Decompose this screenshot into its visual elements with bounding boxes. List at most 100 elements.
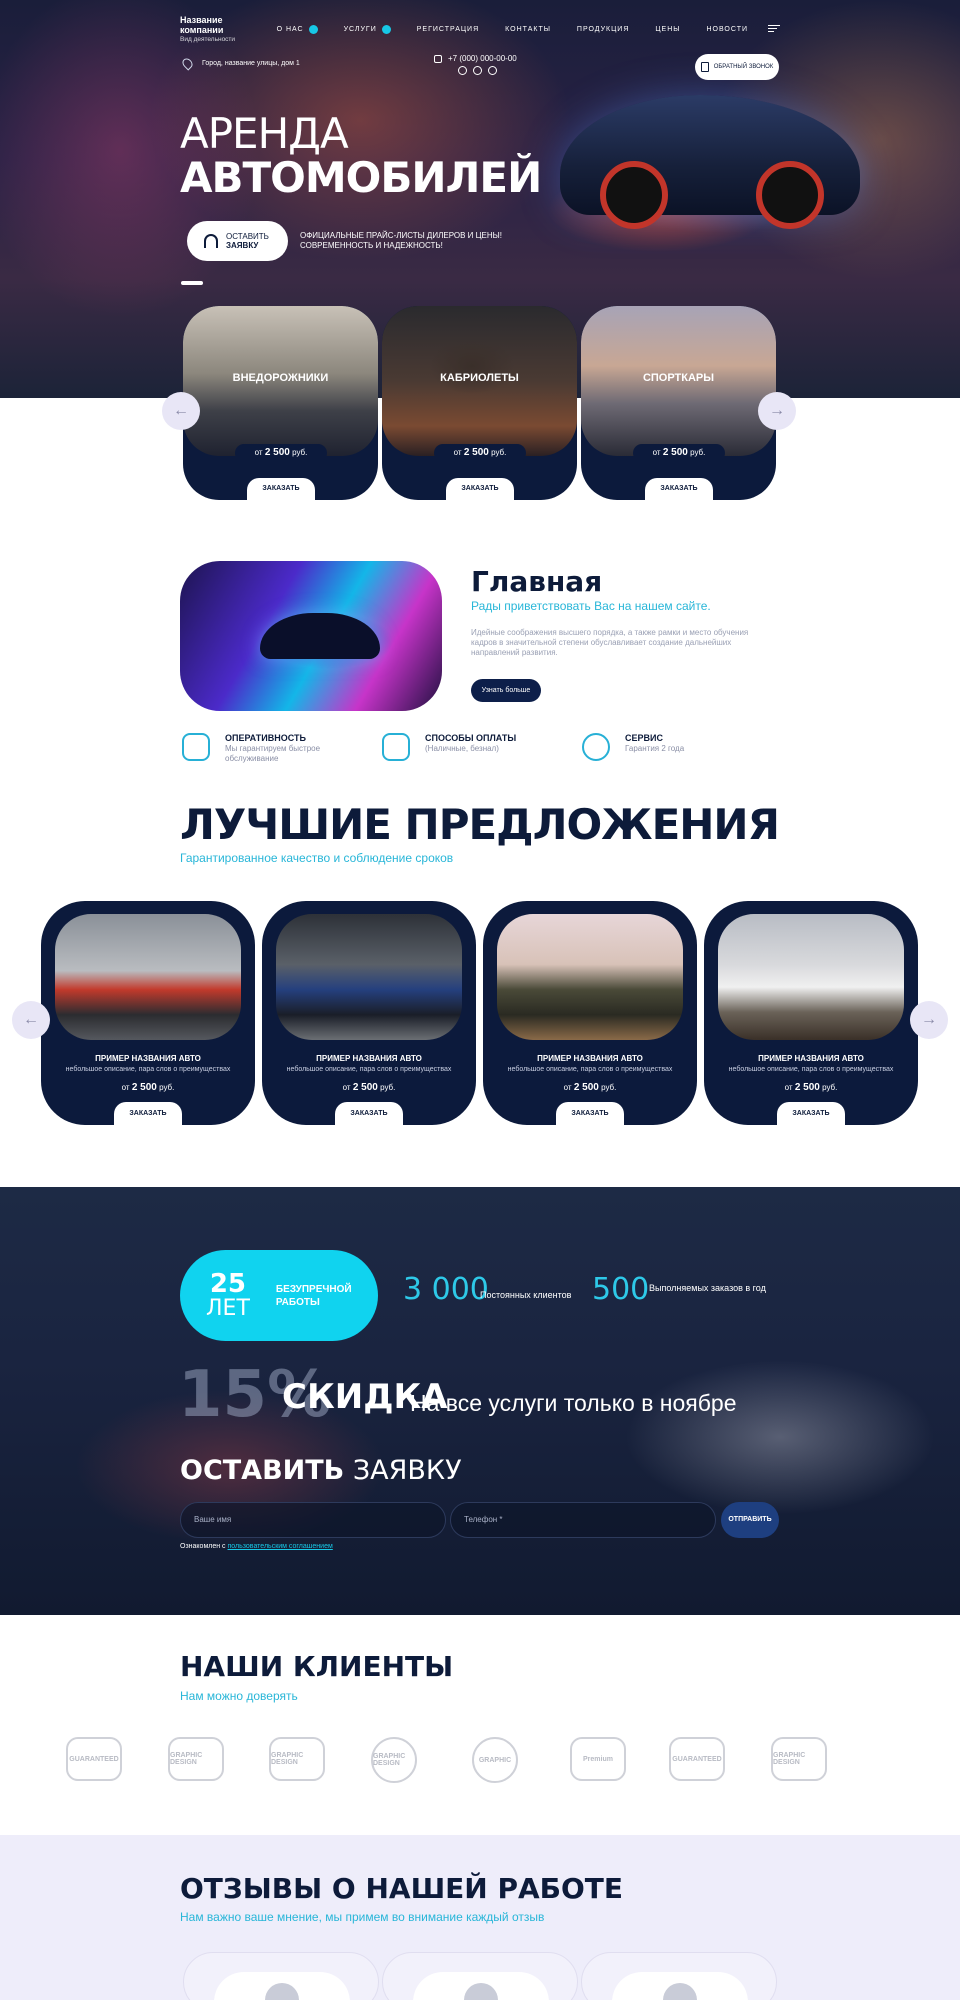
arrow-left-icon[interactable]: ←: [162, 392, 200, 430]
offer-photo: [276, 914, 462, 1040]
order-button[interactable]: ЗАКАЗАТЬ: [247, 478, 315, 500]
menu-item-products[interactable]: ПРОДУКЦИЯ: [577, 25, 629, 34]
whatsapp-icon[interactable]: [473, 66, 482, 75]
offer-price: от 2 500 руб.: [483, 1082, 697, 1093]
orders-count: 500: [592, 1272, 650, 1307]
feature-title: СЕРВИС: [625, 733, 663, 743]
order-button[interactable]: ЗАКАЗАТЬ: [556, 1102, 624, 1125]
price-currency: руб.: [380, 1083, 396, 1092]
review-card[interactable]: [183, 1952, 379, 2000]
price-currency: руб.: [292, 448, 308, 457]
order-button[interactable]: ЗАКАЗАТЬ: [645, 478, 713, 500]
clients-subtitle: Нам можно доверять: [180, 1689, 298, 1703]
price-currency: руб.: [822, 1083, 838, 1092]
years-block: 25 ЛЕТ: [206, 1271, 250, 1321]
price-prefix: от: [342, 1083, 351, 1092]
offer-card[interactable]: ПРИМЕР НАЗВАНИЯ АВТО небольшое описание,…: [483, 901, 697, 1125]
client-logo: Premium: [570, 1737, 626, 1781]
headset-icon: [204, 234, 218, 248]
hero-title: АРЕНДА АВТОМОБИЛЕЙ: [180, 109, 542, 200]
address-text: Город, название улицы, дом 1: [202, 60, 300, 67]
offer-card[interactable]: ПРИМЕР НАЗВАНИЯ АВТО небольшое описание,…: [262, 901, 476, 1125]
name-input[interactable]: Ваше имя: [180, 1502, 446, 1538]
price-prefix: от: [121, 1083, 130, 1092]
orders-label: Выполняемых заказов в год: [649, 1283, 766, 1293]
address: Город, название улицы, дом 1: [180, 56, 300, 71]
telegram-icon[interactable]: [458, 66, 467, 75]
menu-item-about[interactable]: О НАС: [276, 24, 318, 34]
client-logo: GUARANTEED: [669, 1737, 725, 1781]
category-card[interactable]: КАБРИОЛЕТЫ от 2 500 руб. ЗАКАЗАТЬ: [382, 306, 577, 500]
hero-car-image: [560, 95, 860, 229]
price-value: 2 500: [264, 447, 290, 458]
price-currency: руб.: [159, 1083, 175, 1092]
review-card[interactable]: [581, 1952, 777, 2000]
agreement-note: Ознакомлен с пользовательским соглашение…: [180, 1543, 333, 1550]
offer-price: от 2 500 руб.: [704, 1082, 918, 1093]
offer-card[interactable]: ПРИМЕР НАЗВАНИЯ АВТО небольшое описание,…: [41, 901, 255, 1125]
learn-more-button[interactable]: Узнать больше: [471, 679, 541, 702]
dropdown-indicator-icon: [381, 24, 391, 34]
arrow-left-icon[interactable]: ←: [12, 1001, 50, 1039]
years-number: 25: [209, 1268, 247, 1299]
price-value: 2 500: [794, 1082, 820, 1093]
category-label: ВНЕДОРОЖНИКИ: [232, 372, 329, 384]
phone-block: +7 (000) 000-00-00: [434, 54, 517, 75]
submit-button[interactable]: ОТПРАВИТЬ: [721, 1502, 779, 1538]
client-logo: GRAPHIC DESIGN: [371, 1737, 417, 1783]
category-price: от 2 500 руб.: [235, 444, 327, 462]
category-card[interactable]: СПОРТКАРЫ от 2 500 руб. ЗАКАЗАТЬ: [581, 306, 776, 500]
phone-input[interactable]: Телефон *: [450, 1502, 716, 1538]
review-card[interactable]: [382, 1952, 578, 2000]
document-icon: [700, 62, 709, 72]
price-prefix: от: [563, 1083, 572, 1092]
category-label: КАБРИОЛЕТЫ: [440, 372, 519, 384]
hamburger-icon[interactable]: [768, 24, 780, 33]
order-button[interactable]: ЗАКАЗАТЬ: [446, 478, 514, 500]
agreement-link[interactable]: пользовательским соглашением: [228, 1543, 333, 1550]
phone-icon: [434, 54, 442, 63]
brand[interactable]: Название компании Вид деятельности: [180, 15, 241, 44]
viber-icon[interactable]: [488, 66, 497, 75]
request-button[interactable]: ОСТАВИТЬ ЗАЯВКУ: [187, 221, 288, 261]
price-value: 2 500: [662, 447, 688, 458]
price-prefix: от: [254, 448, 263, 457]
category-card[interactable]: ВНЕДОРОЖНИКИ от 2 500 руб. ЗАКАЗАТЬ: [183, 306, 378, 500]
offer-card[interactable]: ПРИМЕР НАЗВАНИЯ АВТО небольшое описание,…: [704, 901, 918, 1125]
reviews-title: ОТЗЫВЫ О НАШЕЙ РАБОТЕ: [180, 1872, 624, 1905]
callback-button[interactable]: ОБРАТНЫЙ ЗВОНОК: [695, 54, 779, 80]
offer-name: ПРИМЕР НАЗВАНИЯ АВТО: [316, 1054, 422, 1063]
arrow-right-icon[interactable]: →: [910, 1001, 948, 1039]
menu-label: О НАС: [276, 25, 304, 33]
price-value: 2 500: [352, 1082, 378, 1093]
request-label-line1: ОСТАВИТЬ: [226, 232, 269, 241]
price-value: 2 500: [463, 447, 489, 458]
menu-label: КОНТАКТЫ: [505, 25, 551, 33]
menu-item-prices[interactable]: ЦЕНЫ: [655, 25, 680, 34]
phone-number[interactable]: +7 (000) 000-00-00: [448, 54, 517, 63]
order-button[interactable]: ЗАКАЗАТЬ: [335, 1102, 403, 1125]
hero-title-line1: АРЕНДА: [180, 109, 349, 158]
form-title-bold: ОСТАВИТЬ: [180, 1455, 345, 1486]
offer-desc: небольшое описание, пара слов о преимуще…: [286, 1066, 452, 1073]
order-button[interactable]: ЗАКАЗАТЬ: [114, 1102, 182, 1125]
offer-price: от 2 500 руб.: [262, 1082, 476, 1093]
offer-desc: небольшое описание, пара слов о преимуще…: [65, 1066, 231, 1073]
company-name: Название компании: [180, 14, 224, 35]
menu-item-registration[interactable]: РЕГИСТРАЦИЯ: [417, 25, 479, 34]
price-prefix: от: [453, 448, 462, 457]
order-button[interactable]: ЗАКАЗАТЬ: [777, 1102, 845, 1125]
about-title: Главная: [471, 565, 603, 598]
clients-count: 3 000: [403, 1272, 489, 1307]
offer-photo: [55, 914, 241, 1040]
price-value: 2 500: [573, 1082, 599, 1093]
menu-item-contacts[interactable]: КОНТАКТЫ: [505, 25, 551, 34]
form-title: ОСТАВИТЬ ЗАЯВКУ: [180, 1455, 462, 1486]
slider-dot-active[interactable]: [181, 281, 203, 285]
hero-note: ОФИЦИАЛЬНЫЕ ПРАЙС-ЛИСТЫ ДИЛЕРОВ И ЦЕНЫ! …: [300, 231, 502, 250]
arrow-right-icon[interactable]: →: [758, 392, 796, 430]
feature-text: (Наличные, безнал): [425, 744, 499, 753]
menu-item-news[interactable]: НОВОСТИ: [706, 25, 748, 34]
menu-item-services[interactable]: УСЛУГИ: [343, 24, 391, 34]
menu-label: УСЛУГИ: [343, 25, 377, 33]
